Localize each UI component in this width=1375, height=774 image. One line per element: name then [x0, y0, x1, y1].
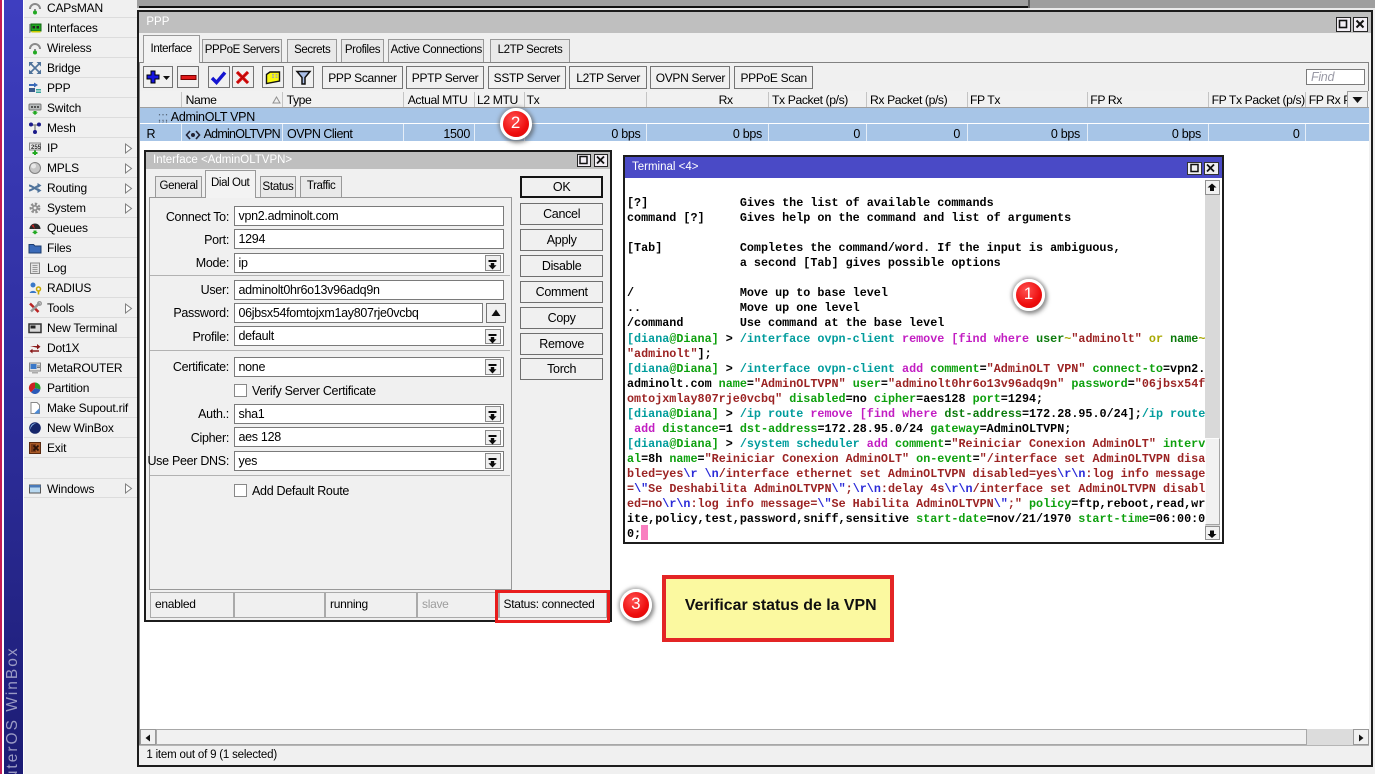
svg-text:255: 255	[31, 145, 42, 151]
